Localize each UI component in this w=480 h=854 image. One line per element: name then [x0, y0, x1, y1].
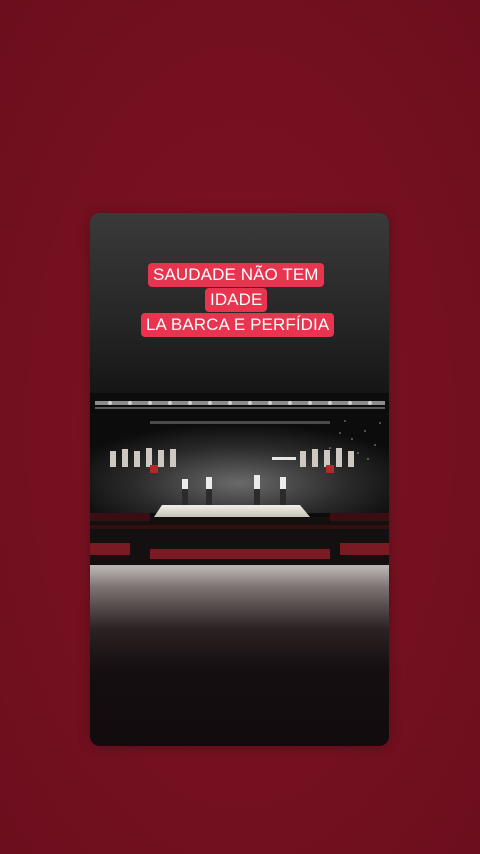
story-bottom-fade — [90, 565, 389, 746]
concert-stage-image — [90, 393, 389, 565]
caption-line-2: IDADE — [205, 288, 268, 312]
caption-line-1: SAUDADE NÃO TEM — [148, 263, 324, 287]
caption-line-3: LA BARCA E PERFÍDIA — [141, 313, 335, 337]
story-caption: SAUDADE NÃO TEM IDADE LA BARCA E PERFÍDI… — [90, 263, 389, 338]
story-media-card[interactable]: SAUDADE NÃO TEM IDADE LA BARCA E PERFÍDI… — [90, 213, 389, 746]
concert-video-frame[interactable] — [90, 393, 389, 565]
